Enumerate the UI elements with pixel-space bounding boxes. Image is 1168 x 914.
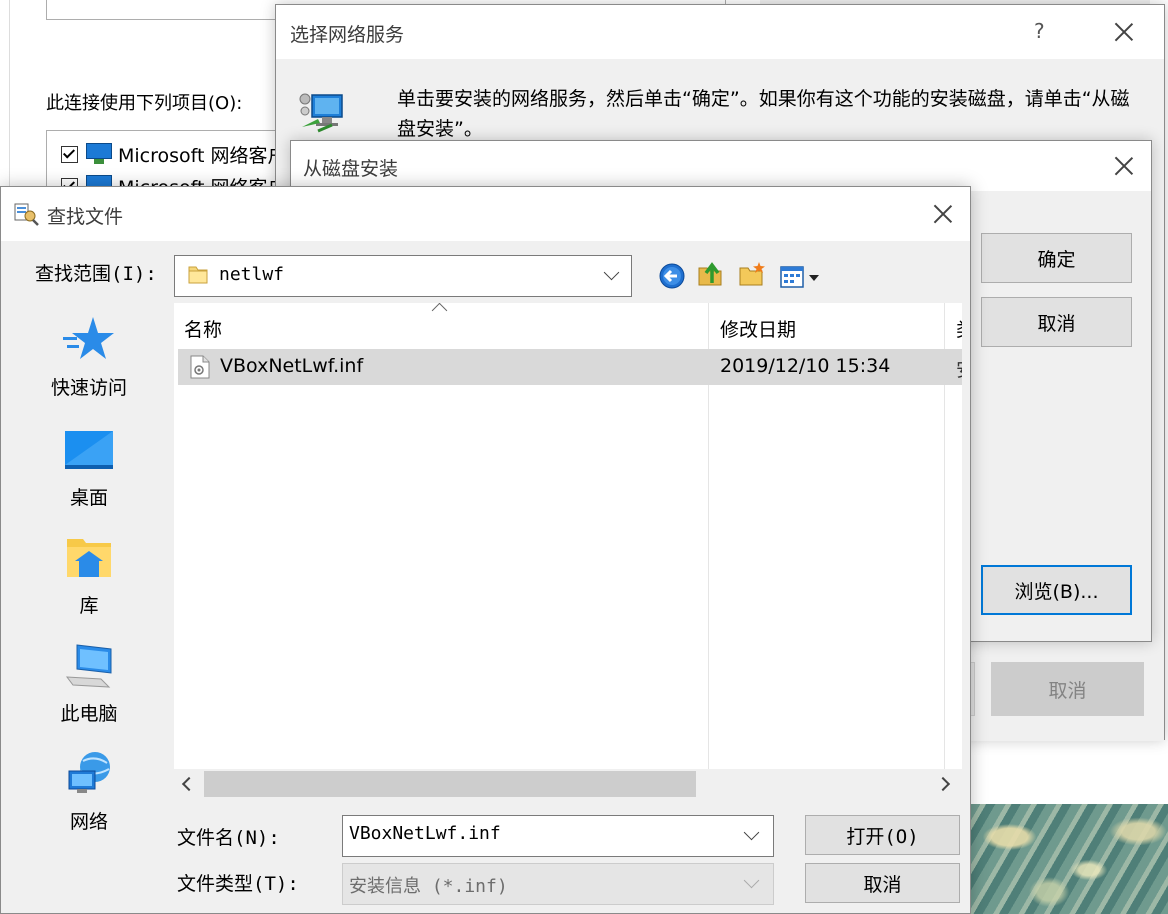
cancel-button[interactable]: 取消	[991, 662, 1144, 716]
place-label: 桌面	[69, 487, 108, 509]
close-icon[interactable]	[1114, 156, 1134, 176]
new-folder-icon[interactable]	[737, 259, 767, 289]
star-icon	[63, 317, 114, 359]
place-label: 快速访问	[50, 377, 127, 399]
network-client-icon	[86, 143, 112, 165]
computer-icon	[65, 644, 112, 688]
horizontal-scrollbar[interactable]	[174, 769, 962, 799]
network-service-icon	[299, 93, 343, 133]
items-label: 此连接使用下列项目(O):	[46, 93, 243, 114]
find-file-dialog: 查找文件 查找范围(I): netlwf 快速访问 桌面 库 此电脑 网络 名称…	[0, 186, 971, 914]
close-icon[interactable]	[933, 204, 953, 224]
file-name-value: VBoxNetLwf.inf	[349, 823, 501, 844]
help-button[interactable]: ?	[1034, 19, 1045, 43]
checkbox[interactable]	[61, 145, 78, 163]
column-name[interactable]: 名称	[184, 315, 222, 342]
title-bar[interactable]: 选择网络服务 ?	[276, 5, 1164, 59]
chevron-down-icon[interactable]	[603, 264, 620, 281]
desktop-wallpaper	[970, 804, 1168, 914]
open-button[interactable]: 打开(O)	[805, 815, 960, 855]
scroll-right-icon[interactable]	[935, 776, 951, 792]
file-type-value: 安装信息 (*.inf)	[349, 876, 508, 897]
place-label: 库	[79, 595, 99, 617]
instruction-text: 单击要安装的网络服务，然后单击“确定”。如果你有这个功能的安装磁盘，请单击“从磁…	[397, 88, 1130, 140]
place-desktop[interactable]: 桌面	[11, 425, 167, 525]
dialog-title: 从磁盘安装	[303, 158, 399, 180]
title-bar[interactable]: 查找文件	[1, 187, 970, 241]
file-type: 安	[956, 355, 962, 382]
file-name-input[interactable]: VBoxNetLwf.inf	[342, 815, 774, 857]
place-library[interactable]: 库	[11, 533, 167, 633]
scroll-left-icon[interactable]	[181, 776, 197, 792]
title-bar[interactable]: 从磁盘安装	[291, 141, 1151, 191]
file-type-label: 文件类型(T):	[177, 873, 299, 895]
place-network[interactable]: 网络	[11, 749, 167, 849]
places-bar: 快速访问 桌面 库 此电脑 网络	[11, 297, 167, 907]
look-in-dropdown[interactable]: netlwf	[174, 255, 632, 297]
place-label: 此电脑	[60, 703, 118, 725]
inf-file-icon	[190, 355, 210, 379]
column-header: 名称 修改日期 类	[174, 303, 962, 347]
look-in-value: netlwf	[219, 264, 285, 285]
cancel-button[interactable]: 取消	[981, 297, 1132, 347]
dialog-title: 选择网络服务	[290, 24, 405, 46]
list-item[interactable]: Microsoft 网络客户端	[61, 139, 285, 169]
file-type-select: 安装信息 (*.inf)	[342, 863, 774, 905]
back-icon[interactable]	[657, 261, 687, 291]
file-name: VBoxNetLwf.inf	[220, 355, 364, 377]
look-in-label: 查找范围(I):	[35, 263, 157, 285]
network-icon	[68, 752, 110, 793]
dialog-title: 查找文件	[47, 206, 124, 228]
close-icon[interactable]	[1114, 22, 1134, 42]
cancel-button[interactable]: 取消	[805, 863, 960, 903]
chevron-down-icon	[743, 872, 760, 889]
desktop-icon	[65, 431, 113, 469]
scroll-thumb[interactable]	[204, 771, 696, 797]
view-menu-icon[interactable]	[779, 263, 825, 293]
background-area	[970, 740, 1168, 804]
file-modified: 2019/12/10 15:34	[720, 355, 891, 377]
column-modified[interactable]: 修改日期	[720, 315, 796, 342]
chevron-down-icon[interactable]	[743, 824, 760, 841]
file-name-label: 文件名(N):	[177, 827, 280, 849]
file-list[interactable]: 名称 修改日期 类 VBoxNetLwf.inf 2019/12/10 15:3…	[174, 303, 962, 797]
window-edge	[0, 0, 10, 200]
browse-button[interactable]: 浏览(B)...	[981, 565, 1132, 615]
place-quick-access[interactable]: 快速访问	[11, 315, 167, 415]
place-this-pc[interactable]: 此电脑	[11, 641, 167, 741]
find-file-icon	[14, 203, 39, 226]
up-folder-icon[interactable]	[696, 259, 726, 289]
list-item-label: Microsoft 网络客户端	[118, 144, 285, 167]
place-label: 网络	[69, 811, 108, 833]
ok-button[interactable]: 确定	[981, 233, 1132, 283]
library-icon	[67, 539, 111, 577]
file-row[interactable]: VBoxNetLwf.inf 2019/12/10 15:34 安	[178, 349, 962, 385]
column-type[interactable]: 类	[956, 315, 962, 342]
folder-icon	[188, 266, 208, 284]
